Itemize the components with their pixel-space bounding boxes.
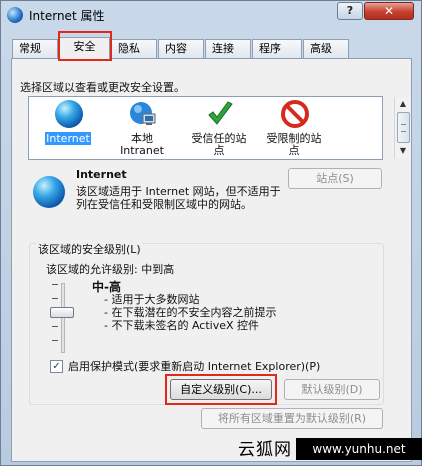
scroll-thumb[interactable] [397, 112, 410, 143]
checkmark-icon [208, 101, 233, 125]
help-button[interactable]: ? [337, 2, 363, 20]
tab-connections[interactable]: 连接 [205, 39, 251, 59]
security-level-description: - 适用于大多数网站 - 在下载潜在的不安全内容之前提示 - 不下载未签名的 A… [104, 293, 276, 332]
zone-instruction: 选择区域以查看或更改安全设置。 [20, 81, 185, 94]
window-title: Internet 属性 [29, 9, 105, 23]
zone-internet[interactable]: Internet [33, 99, 103, 159]
intranet-icon [130, 102, 156, 125]
level-bullet: - 适用于大多数网站 [104, 293, 200, 306]
no-entry-icon [281, 100, 309, 128]
tab-content[interactable]: 内容 [158, 39, 204, 59]
slider-tick [52, 340, 58, 341]
title-bar[interactable]: Internet 属性 ? ✕ [1, 1, 421, 29]
zone-info-title: Internet [76, 168, 127, 181]
default-level-button[interactable]: 默认级别(D) [284, 379, 380, 400]
zone-local-intranet[interactable]: 本地 Intranet [107, 99, 177, 159]
zone-info-description: 该区域适用于 Internet 网站，但不适用于列在受信任和受限制区域中的网站。 [76, 185, 281, 211]
zone-label-internet: Internet [45, 132, 91, 145]
slider-tick [52, 298, 58, 299]
watermark-site-name: 云狐网 [238, 440, 292, 460]
level-bullet: - 在下载潜在的不安全内容之前提示 [104, 306, 277, 319]
tab-strip: 常规 安全 隐私 内容 连接 程序 高级 [12, 37, 412, 60]
zone-restricted-sites[interactable]: 受限制的站 点 [259, 99, 329, 159]
custom-level-button[interactable]: 自定义级别(C)... [170, 379, 272, 400]
security-level-group-title: 该区域的安全级别(L) [36, 241, 143, 257]
reset-all-zones-button[interactable]: 将所有区域重置为默认级别(R) [201, 408, 383, 429]
tab-advanced[interactable]: 高级 [303, 39, 349, 59]
zone-scrollbar[interactable]: ▲ ▼ [394, 97, 411, 159]
scroll-down-icon[interactable]: ▼ [396, 144, 410, 158]
globe-icon [55, 100, 83, 128]
scroll-up-icon[interactable]: ▲ [396, 97, 410, 111]
allowed-levels-text: 该区域的允许级别: 中到高 [46, 263, 175, 276]
sites-button[interactable]: 站点(S) [288, 168, 382, 189]
tab-security[interactable]: 安全 [59, 37, 110, 60]
internet-explorer-icon [7, 7, 23, 23]
zone-label-intranet: 本地 Intranet [120, 132, 164, 157]
tab-programs[interactable]: 程序 [252, 39, 302, 59]
slider-tick [52, 284, 58, 285]
protected-mode-label[interactable]: 启用保护模式(要求重新启动 Internet Explorer)(P) [68, 358, 320, 374]
tab-general[interactable]: 常规 [12, 39, 58, 59]
protected-mode-checkbox[interactable]: ✓ [50, 360, 63, 373]
slider-tick [52, 326, 58, 327]
watermark-url: www.yunhu.net [296, 438, 422, 460]
zone-label-trusted: 受信任的站 点 [191, 132, 247, 157]
zone-label-restricted: 受限制的站 点 [266, 132, 322, 157]
close-button[interactable]: ✕ [364, 2, 414, 20]
tab-privacy[interactable]: 隐私 [111, 39, 157, 59]
zone-list: Internet 本地 Intranet 受信任的站 点 受限制的站 点 ▲ ▼ [28, 96, 411, 160]
level-bullet: - 不下载未签名的 ActiveX 控件 [104, 319, 260, 332]
zone-trusted-sites[interactable]: 受信任的站 点 [184, 99, 254, 159]
security-level-slider-track[interactable] [61, 283, 65, 353]
zone-info-globe-icon [33, 176, 65, 208]
security-level-slider-thumb[interactable] [50, 307, 74, 318]
